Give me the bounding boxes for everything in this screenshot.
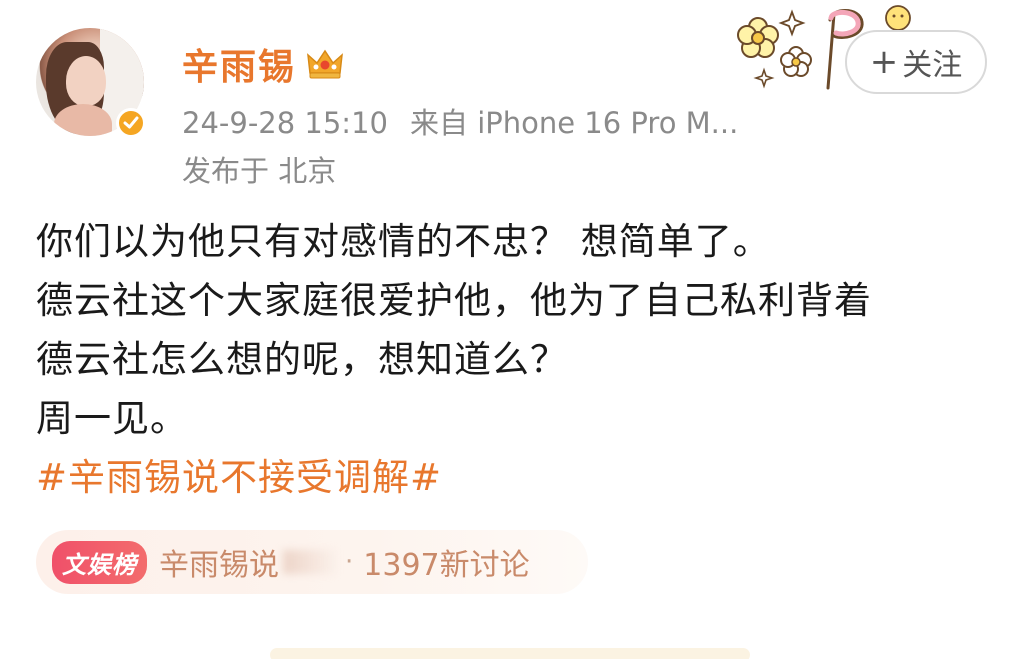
trend-count: 1397新讨论 [363, 548, 530, 583]
follow-button[interactable]: + 关注 [845, 30, 987, 94]
trend-title: 辛雨锡说 [159, 548, 279, 583]
username[interactable]: 辛雨锡 [182, 38, 296, 90]
crown-icon [307, 49, 343, 79]
avatar-container[interactable] [36, 28, 148, 140]
username-row: 辛雨锡 [182, 38, 344, 90]
post-source: 来自 iPhone 16 Pro M... [409, 106, 739, 140]
post-text-line: 德云社这个大家庭很爱护他，他为了自己私利背着 [36, 279, 872, 322]
weibo-post-card: 辛雨锡 24-9-28 15:10 来自 iPhone 16 Pro M... 发… [0, 0, 1023, 659]
blurred-text [283, 550, 335, 574]
post-text-line: 周一见。 [36, 397, 188, 440]
post-content: 你们以为他只有对感情的不忠？ 想简单了。 德云社这个大家庭很爱护他，他为了自己私… [36, 212, 996, 507]
verified-badge-icon [116, 108, 146, 138]
post-timestamp: 24-9-28 15:10 [182, 106, 388, 140]
plus-icon: + [869, 42, 899, 82]
post-meta: 24-9-28 15:10 来自 iPhone 16 Pro M... [182, 100, 738, 142]
post-text-line: 你们以为他只有对感情的不忠？ 想简单了。 [36, 220, 771, 263]
trend-topic-pill[interactable]: 文娱榜 辛雨锡说 · 1397新讨论 [36, 530, 588, 594]
follow-label: 关注 [902, 48, 963, 83]
trend-badge: 文娱榜 [52, 540, 147, 584]
post-text-line: 德云社怎么想的呢，想知道么？ [36, 338, 568, 381]
hashtag-link[interactable]: #辛雨锡说不接受调解# [36, 448, 996, 507]
bottom-divider [270, 648, 750, 659]
trend-separator: · [345, 547, 354, 577]
post-location: 发布于 北京 [182, 154, 337, 188]
